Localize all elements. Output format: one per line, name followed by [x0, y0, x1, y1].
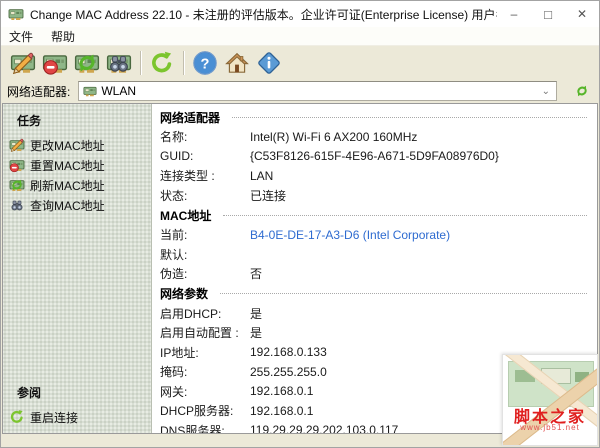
sidebar-item-change-mac[interactable]: 更改MAC地址	[3, 135, 151, 155]
binoculars-icon	[9, 197, 25, 213]
sidebar-item-refresh-mac[interactable]: 刷新MAC地址	[3, 175, 151, 195]
see-also-heading: 参阅	[17, 384, 151, 401]
window-controls: – □ ✕	[497, 1, 599, 27]
change-mac-button[interactable]	[7, 48, 39, 78]
home-icon	[224, 50, 250, 76]
about-button[interactable]	[253, 48, 285, 78]
info-row: 名称: Intel(R) Wi-Fi 6 AX200 160MHz	[160, 127, 591, 147]
restart-icon	[9, 409, 25, 425]
sidebar-item-label: 重启连接	[30, 409, 78, 426]
menu-help[interactable]: 帮助	[51, 28, 75, 45]
adapter-refresh-button[interactable]	[571, 80, 593, 102]
sidebar-item-reset-mac[interactable]: 重置MAC地址	[3, 155, 151, 175]
refresh-mac-button[interactable]	[71, 48, 103, 78]
help-button[interactable]	[189, 48, 221, 78]
toolbar	[1, 46, 599, 79]
change-mac-icon	[10, 50, 36, 76]
adapter-selected-value: WLAN	[101, 84, 541, 98]
autoconfig-enabled-value: 是	[250, 324, 591, 341]
maximize-button[interactable]: □	[531, 1, 565, 27]
sidebar: 任务 更改MAC地址 重置MAC地址 刷新MAC地址 查询MAC地址 参阅	[3, 104, 152, 433]
adapter-name-value: Intel(R) Wi-Fi 6 AX200 160MHz	[250, 130, 591, 144]
info-row: GUID: {C53F8126-615F-4E96-A671-5D9FA0897…	[160, 147, 591, 167]
section-heading-mac: MAC地址	[160, 205, 591, 225]
spoofed-value: 否	[250, 265, 591, 282]
titlebar: Change MAC Address 22.10 - 未注册的评估版本。企业许可…	[1, 1, 599, 27]
see-also-section: 参阅 重启连接	[3, 384, 151, 427]
adapter-select[interactable]: WLAN ⌄	[78, 81, 557, 101]
app-window: Change MAC Address 22.10 - 未注册的评估版本。企业许可…	[0, 0, 600, 448]
about-icon	[256, 50, 282, 76]
adapter-refresh-icon	[574, 83, 590, 99]
adapter-icon	[83, 84, 97, 98]
toolbar-separator	[183, 51, 184, 75]
sidebar-item-query-mac[interactable]: 查询MAC地址	[3, 195, 151, 215]
find-mac-icon	[106, 50, 132, 76]
window-title: Change MAC Address 22.10 - 未注册的评估版本。企业许可…	[30, 6, 497, 23]
home-button[interactable]	[221, 48, 253, 78]
info-row: 伪造: 否	[160, 264, 591, 284]
info-row: 当前: B4-0E-DE-17-A3-D6 (Intel Corporate)	[160, 225, 591, 245]
info-row: 连接类型 : LAN	[160, 166, 591, 186]
reset-mac-icon	[42, 50, 68, 76]
reset-mac-button[interactable]	[39, 48, 71, 78]
watermark-url: www.jb51.net	[503, 423, 597, 432]
help-icon	[192, 50, 218, 76]
info-row: 状态: 已连接	[160, 186, 591, 206]
current-mac-link[interactable]: B4-0E-DE-17-A3-D6 (Intel Corporate)	[250, 228, 591, 242]
toolbar-separator	[140, 51, 141, 75]
heading-divider	[232, 117, 587, 118]
info-row: 启用DHCP: 是	[160, 304, 591, 324]
section-heading-network: 网络参数	[160, 284, 591, 304]
reload-adapters-icon	[149, 50, 175, 76]
status-value: 已连接	[250, 187, 591, 204]
app-icon	[8, 6, 24, 22]
minimize-button[interactable]: –	[497, 1, 531, 27]
close-button[interactable]: ✕	[565, 1, 599, 27]
section-heading-adapter: 网络适配器	[160, 107, 591, 127]
watermark-badge: 脚本之家 www.jb51.net	[502, 354, 598, 446]
adapter-label: 网络适配器:	[7, 83, 70, 100]
find-mac-button[interactable]	[103, 48, 135, 78]
dhcp-enabled-value: 是	[250, 305, 591, 322]
info-row: 启用自动配置 : 是	[160, 323, 591, 343]
sidebar-item-restart-connection[interactable]: 重启连接	[3, 407, 151, 427]
heading-divider	[223, 215, 587, 216]
sidebar-item-label: 更改MAC地址	[30, 137, 105, 154]
sidebar-item-label: 重置MAC地址	[30, 157, 105, 174]
refresh-mac-icon	[74, 50, 100, 76]
sidebar-item-label: 查询MAC地址	[30, 197, 105, 214]
menubar: 文件 帮助	[1, 27, 599, 46]
adapter-guid-value: {C53F8126-615F-4E96-A671-5D9FA08976D0}	[250, 149, 591, 163]
tasks-heading: 任务	[17, 112, 151, 129]
connection-type-value: LAN	[250, 169, 591, 183]
card-refresh-icon	[9, 177, 25, 193]
card-edit-icon	[9, 137, 25, 153]
info-row: 默认:	[160, 245, 591, 265]
heading-divider	[220, 293, 587, 294]
chevron-down-icon[interactable]: ⌄	[542, 86, 552, 97]
adapter-bar: 网络适配器: WLAN ⌄	[1, 79, 599, 103]
menu-file[interactable]: 文件	[9, 28, 33, 45]
sidebar-item-label: 刷新MAC地址	[30, 177, 105, 194]
card-reset-icon	[9, 157, 25, 173]
reload-adapters-button[interactable]	[146, 48, 178, 78]
